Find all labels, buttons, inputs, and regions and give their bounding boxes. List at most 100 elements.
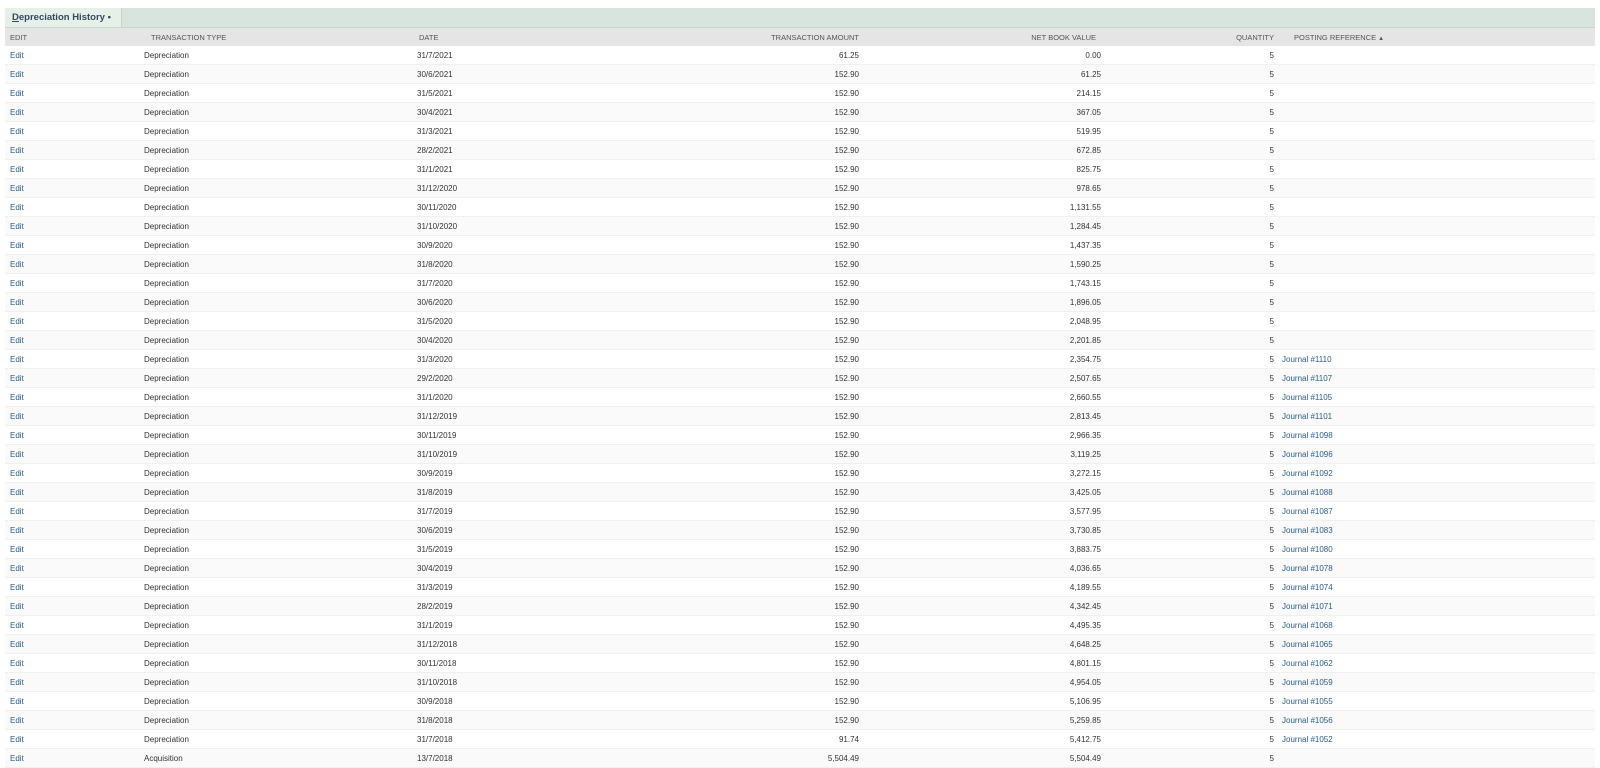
posting-reference-link[interactable]: Journal #1074: [1274, 577, 1595, 597]
table-row: Edit Depreciation 31/5/2021 152.90 214.15 5: [5, 83, 1595, 103]
edit-link[interactable]: Edit: [5, 216, 143, 236]
edit-link[interactable]: Edit: [5, 444, 143, 464]
posting-reference-link: [1274, 178, 1595, 198]
transaction-type-cell: Depreciation: [143, 46, 409, 65]
posting-reference-link[interactable]: Journal #1065: [1274, 634, 1595, 654]
posting-reference-link[interactable]: Journal #1110: [1274, 349, 1595, 369]
posting-reference-link[interactable]: Journal #1101: [1274, 406, 1595, 426]
edit-link[interactable]: Edit: [5, 672, 143, 692]
edit-link[interactable]: Edit: [5, 729, 143, 749]
edit-link[interactable]: Edit: [5, 577, 143, 597]
edit-link[interactable]: Edit: [5, 235, 143, 255]
table-row: Edit Depreciation 31/7/2019 152.90 3,577.95 5…: [5, 501, 1595, 521]
edit-link[interactable]: Edit: [5, 463, 143, 483]
edit-link[interactable]: Edit: [5, 64, 143, 84]
table-row: Edit Depreciation 31/12/2020 152.90 978.65 5: [5, 178, 1595, 198]
posting-reference-link[interactable]: Journal #1098: [1274, 425, 1595, 445]
col-header-transaction-amount[interactable]: TRANSACTION AMOUNT: [609, 28, 859, 46]
date-cell: 30/6/2021: [409, 64, 609, 84]
tab-depreciation-history[interactable]: Depreciation History •: [5, 8, 122, 27]
edit-link[interactable]: Edit: [5, 83, 143, 103]
edit-link[interactable]: Edit: [5, 558, 143, 578]
table-row: Edit Depreciation 30/4/2021 152.90 367.05 5: [5, 102, 1595, 122]
net-book-value-cell: 2,048.95: [859, 311, 1104, 331]
col-header-transaction-type[interactable]: TRANSACTION TYPE: [143, 28, 409, 46]
date-cell: 31/12/2018: [409, 634, 609, 654]
posting-reference-link[interactable]: Journal #1088: [1274, 482, 1595, 502]
posting-reference-link[interactable]: Journal #1068: [1274, 615, 1595, 635]
transaction-type-cell: Depreciation: [143, 368, 409, 388]
col-header-posting-reference[interactable]: POSTING REFERENCE ▲: [1274, 28, 1595, 46]
transaction-type-cell: Depreciation: [143, 634, 409, 654]
edit-link[interactable]: Edit: [5, 254, 143, 274]
edit-link[interactable]: Edit: [5, 520, 143, 540]
edit-link[interactable]: Edit: [5, 140, 143, 160]
col-header-date[interactable]: DATE: [409, 28, 609, 46]
posting-reference-link[interactable]: Journal #1092: [1274, 463, 1595, 483]
edit-link[interactable]: Edit: [5, 330, 143, 350]
posting-reference-link[interactable]: Journal #1096: [1274, 444, 1595, 464]
posting-reference-link[interactable]: Journal #1059: [1274, 672, 1595, 692]
edit-link[interactable]: Edit: [5, 539, 143, 559]
edit-link[interactable]: Edit: [5, 691, 143, 711]
edit-link[interactable]: Edit: [5, 615, 143, 635]
posting-reference-link[interactable]: Journal #1056: [1274, 710, 1595, 730]
net-book-value-cell: 2,660.55: [859, 387, 1104, 407]
edit-link[interactable]: Edit: [5, 159, 143, 179]
edit-link[interactable]: Edit: [5, 406, 143, 426]
transaction-type-cell: Depreciation: [143, 691, 409, 711]
posting-reference-link[interactable]: Journal #1055: [1274, 691, 1595, 711]
edit-link[interactable]: Edit: [5, 653, 143, 673]
edit-link[interactable]: Edit: [5, 292, 143, 312]
date-cell: 30/6/2020: [409, 292, 609, 312]
edit-link[interactable]: Edit: [5, 634, 143, 654]
transaction-amount-cell: 152.90: [609, 539, 859, 559]
edit-link[interactable]: Edit: [5, 197, 143, 217]
edit-link[interactable]: Edit: [5, 349, 143, 369]
edit-link[interactable]: Edit: [5, 368, 143, 388]
edit-link[interactable]: Edit: [5, 178, 143, 198]
transaction-type-cell: Depreciation: [143, 83, 409, 103]
edit-link[interactable]: Edit: [5, 710, 143, 730]
table-row: Edit Depreciation 31/8/2019 152.90 3,425.05 5…: [5, 482, 1595, 502]
posting-reference-link[interactable]: Journal #1071: [1274, 596, 1595, 616]
transaction-type-cell: Depreciation: [143, 387, 409, 407]
transaction-amount-cell: 152.90: [609, 349, 859, 369]
depreciation-history-panel: Depreciation History • EDIT TRANSACTION …: [5, 8, 1595, 768]
net-book-value-cell: 2,201.85: [859, 330, 1104, 350]
edit-link[interactable]: Edit: [5, 596, 143, 616]
edit-link[interactable]: Edit: [5, 102, 143, 122]
posting-reference-link: [1274, 216, 1595, 236]
transaction-type-cell: Depreciation: [143, 254, 409, 274]
posting-reference-link[interactable]: Journal #1087: [1274, 501, 1595, 521]
net-book-value-cell: 1,590.25: [859, 254, 1104, 274]
quantity-cell: 5: [1104, 64, 1274, 84]
posting-reference-link[interactable]: Journal #1062: [1274, 653, 1595, 673]
net-book-value-cell: 4,801.15: [859, 653, 1104, 673]
depreciation-history-table: EDIT TRANSACTION TYPE DATE TRANSACTION A…: [5, 28, 1595, 768]
net-book-value-cell: 3,730.85: [859, 520, 1104, 540]
edit-link[interactable]: Edit: [5, 387, 143, 407]
col-header-net-book-value[interactable]: NET BOOK VALUE: [859, 28, 1104, 46]
posting-reference-link[interactable]: Journal #1080: [1274, 539, 1595, 559]
date-cell: 30/11/2018: [409, 653, 609, 673]
date-cell: 31/5/2019: [409, 539, 609, 559]
transaction-amount-cell: 152.90: [609, 615, 859, 635]
transaction-type-cell: Depreciation: [143, 444, 409, 464]
net-book-value-cell: 3,272.15: [859, 463, 1104, 483]
edit-link[interactable]: Edit: [5, 46, 143, 65]
edit-link[interactable]: Edit: [5, 425, 143, 445]
transaction-amount-cell: 152.90: [609, 368, 859, 388]
edit-link[interactable]: Edit: [5, 501, 143, 521]
edit-link[interactable]: Edit: [5, 121, 143, 141]
net-book-value-cell: 3,425.05: [859, 482, 1104, 502]
posting-reference-link[interactable]: Journal #1105: [1274, 387, 1595, 407]
col-header-quantity[interactable]: QUANTITY: [1104, 28, 1274, 46]
edit-link[interactable]: Edit: [5, 311, 143, 331]
posting-reference-link[interactable]: Journal #1107: [1274, 368, 1595, 388]
posting-reference-link[interactable]: Journal #1078: [1274, 558, 1595, 578]
posting-reference-link[interactable]: Journal #1052: [1274, 729, 1595, 749]
edit-link[interactable]: Edit: [5, 273, 143, 293]
posting-reference-link[interactable]: Journal #1083: [1274, 520, 1595, 540]
edit-link[interactable]: Edit: [5, 482, 143, 502]
